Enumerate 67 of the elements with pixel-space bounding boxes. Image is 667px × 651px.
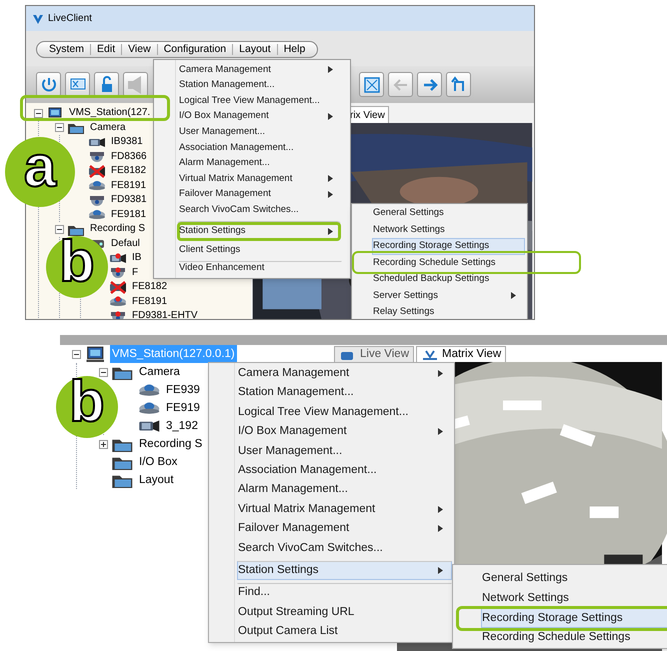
- menu-item[interactable]: Camera Management: [178, 62, 342, 78]
- tree-item-label[interactable]: I/O Box: [137, 453, 180, 471]
- menu-item[interactable]: Association Management...: [237, 460, 452, 480]
- tree-item-label[interactable]: Defaul: [109, 236, 142, 251]
- menu-item[interactable]: Failover Management: [178, 186, 342, 202]
- submenu-item[interactable]: Recording Schedule Settings: [481, 628, 667, 648]
- submenu-item[interactable]: General Settings: [481, 569, 667, 589]
- tab[interactable]: Matrix View: [416, 346, 506, 362]
- menu-bar-item[interactable]: Help: [278, 42, 312, 58]
- menu-item[interactable]: I/O Box Management: [237, 422, 452, 442]
- menu-item[interactable]: Virtual Matrix Management: [237, 500, 452, 520]
- menu-bar-item[interactable]: System: [43, 42, 90, 58]
- submenu-item[interactable]: Network Settings: [372, 222, 525, 238]
- submenu-item[interactable]: Recording Schedule Settings: [372, 254, 525, 271]
- menu-item[interactable]: Station Settings: [237, 560, 452, 580]
- menu-item[interactable]: Station Management...: [178, 78, 342, 94]
- submenu-item[interactable]: Relay Settings: [372, 304, 525, 319]
- tree-item-label[interactable]: FE8182: [130, 280, 170, 294]
- tree-item-label[interactable]: IB: [130, 251, 144, 266]
- menu-item[interactable]: Association Management...: [178, 140, 342, 156]
- tree-item-label[interactable]: Layout: [137, 471, 176, 489]
- menu-item[interactable]: User Management...: [237, 442, 452, 461]
- tree-item-label[interactable]: FD9381-EHTV: [130, 309, 200, 319]
- tree-item-label[interactable]: FE939: [164, 381, 202, 399]
- menu-item[interactable]: Search VivoCam Switches...: [237, 538, 452, 558]
- tree-item-label[interactable]: IB9381: [109, 135, 145, 150]
- tree-item-label[interactable]: FE919: [164, 399, 202, 417]
- menu-item[interactable]: Alarm Management...: [237, 480, 452, 500]
- submenu-item[interactable]: Scheduled Backup Settings: [372, 271, 525, 288]
- tab[interactable]: Live View: [334, 346, 414, 362]
- window-title: LiveClient: [48, 12, 92, 26]
- menu-item[interactable]: Output Streaming URL: [237, 602, 452, 622]
- menu-bar-item[interactable]: Configuration: [158, 42, 232, 58]
- menu-bar-item[interactable]: Layout: [233, 42, 277, 58]
- tree-item-label[interactable]: Recording S: [88, 222, 148, 236]
- tree-item-label[interactable]: Recording S: [137, 435, 204, 453]
- menu-item[interactable]: Logical Tree View Management...: [237, 402, 452, 422]
- tree-item-label[interactable]: FE8182: [109, 164, 148, 178]
- menu-item[interactable]: Station Management...: [237, 383, 452, 403]
- callout-badge: a: [5, 137, 75, 207]
- menu-bar-item[interactable]: Edit: [91, 42, 122, 58]
- submenu-item[interactable]: Server Settings: [372, 288, 525, 304]
- menu-item[interactable]: Client Settings: [178, 242, 342, 258]
- menu-item[interactable]: User Management...: [178, 124, 342, 140]
- tree-item-label[interactable]: FE8191: [109, 178, 148, 193]
- menu-item[interactable]: Find...: [237, 583, 452, 603]
- tree-item-label[interactable]: FD8366: [109, 150, 149, 164]
- menu-item[interactable]: Output Camera List: [237, 622, 452, 642]
- menu-item[interactable]: Virtual Matrix Management: [178, 171, 342, 187]
- menu-item[interactable]: Failover Management: [237, 519, 452, 539]
- tree-item-label[interactable]: FE8191: [130, 294, 170, 309]
- tree-item-label[interactable]: Camera: [88, 120, 128, 135]
- menu-item[interactable]: I/O Box Management: [178, 108, 342, 124]
- tree-item-label[interactable]: FD9381: [109, 193, 149, 208]
- submenu-item[interactable]: Recording Storage Settings: [481, 608, 667, 628]
- menu-item[interactable]: Logical Tree View Management...: [178, 93, 342, 109]
- menu-bar-item[interactable]: View: [122, 42, 157, 58]
- tree-item-label[interactable]: VMS_Station(127.: [67, 106, 152, 120]
- menu-item[interactable]: Camera Management: [237, 364, 452, 384]
- tree-item-label[interactable]: FE9181: [109, 208, 148, 222]
- tree-item-label[interactable]: F: [130, 266, 140, 280]
- menu-item[interactable]: Search VivoCam Switches...: [178, 202, 342, 218]
- tree-item-label[interactable]: Camera: [137, 363, 182, 381]
- menu-item[interactable]: Alarm Management...: [178, 156, 342, 172]
- submenu-item[interactable]: Network Settings: [481, 588, 667, 608]
- menu-item[interactable]: Video Enhancement: [178, 260, 342, 276]
- tree-item-label[interactable]: 3_192: [164, 417, 200, 435]
